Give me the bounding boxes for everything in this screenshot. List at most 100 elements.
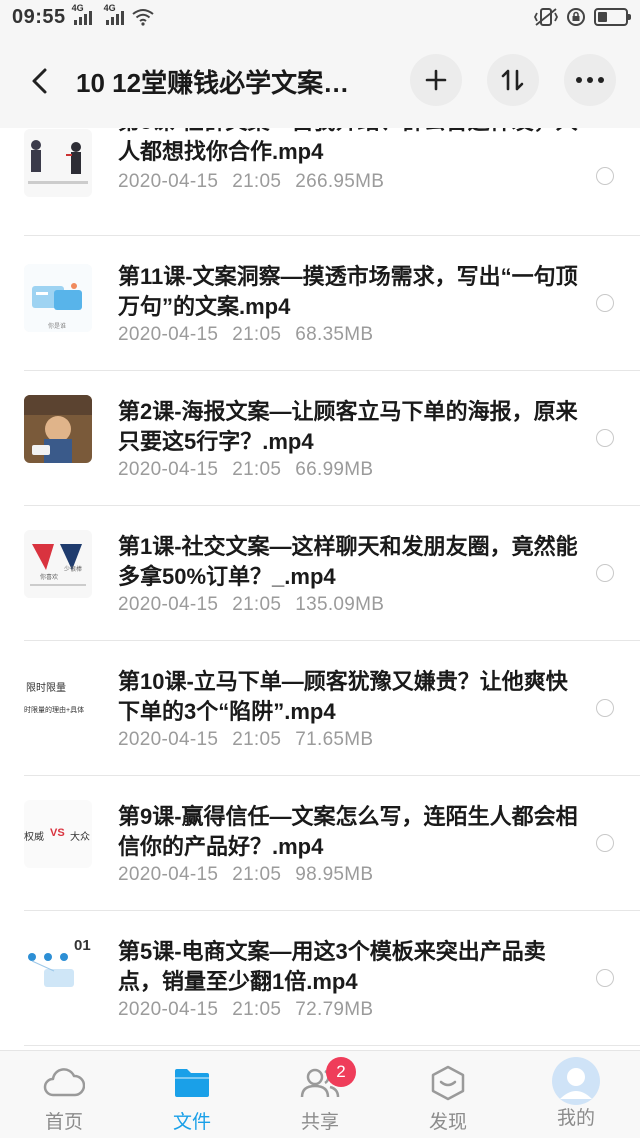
file-date: 2020-04-15: [118, 594, 219, 615]
header: 10 12堂赚钱必学文案…: [0, 34, 640, 128]
nav-files[interactable]: 文件: [128, 1051, 256, 1138]
sort-button[interactable]: [487, 54, 539, 106]
file-name: 第3课-社群文案—自我介绍、群公告这样发，人人都想找你合作.mp4: [118, 128, 578, 164]
file-name: 第11课-文案洞察—摸透市场需求，写出“一句顶万句”的文案.mp4: [118, 264, 578, 319]
screen: 09:55 4G 4G 10 12堂赚钱必学文案… 人都想找你合作.mp4 20…: [0, 0, 640, 1138]
file-row[interactable]: 你喜欢 少很棒 第1课-社交文案—这样聊天和发朋友圈，竟然能多拿50%订单？_.…: [0, 506, 640, 641]
file-date: 2020-04-15: [118, 729, 219, 750]
thumb-caption: VS: [50, 827, 65, 839]
status-time: 09:55: [12, 5, 66, 28]
file-time: 21:05: [232, 594, 282, 615]
nav-label: 发现: [428, 1112, 467, 1133]
file-meta: 2020-04-15 21:05 66.99MB: [118, 459, 373, 481]
rotation-lock-icon: [567, 8, 585, 26]
nav-label: 我的: [556, 1108, 595, 1129]
file-time: 21:05: [232, 864, 282, 885]
file-row[interactable]: 第3课-社群文案—自我介绍、群公告这样发，人人都想找你合作.mp4 2020-0…: [0, 128, 640, 236]
video-thumbnail: [24, 129, 92, 197]
file-name: 第2课-海报文案—让顾客立马下单的海报，原来只要这5行字？.mp4: [118, 399, 578, 454]
back-button[interactable]: [10, 51, 70, 111]
nav-share[interactable]: 共享 2: [256, 1051, 384, 1138]
file-size: 98.95MB: [295, 864, 374, 885]
select-radio[interactable]: [596, 429, 614, 447]
vibrate-icon: [534, 8, 558, 26]
status-bar: 09:55 4G 4G: [0, 0, 640, 34]
select-radio[interactable]: [596, 969, 614, 987]
video-thumbnail: 你是谁: [24, 264, 92, 332]
file-size: 68.35MB: [295, 324, 374, 345]
file-date: 2020-04-15: [118, 459, 219, 480]
file-meta: 2020-04-15 21:05 71.65MB: [118, 729, 373, 751]
more-button[interactable]: [564, 54, 616, 106]
thumb-caption: 你喜欢: [40, 575, 59, 581]
file-meta: 2020-04-15 21:05 72.79MB: [118, 999, 373, 1021]
file-row[interactable]: 限时限量 时限量的理由+具体 第10课-立马下单—顾客犹豫又嫌贵？让他爽快下单的…: [0, 641, 640, 776]
video-thumbnail: 01: [24, 935, 92, 1003]
video-thumbnail: 限时限量 时限量的理由+具体: [24, 665, 92, 733]
nav-discover[interactable]: 发现: [384, 1051, 512, 1138]
file-time: 21:05: [232, 171, 282, 192]
file-size: 71.65MB: [295, 729, 374, 750]
row-divider: [24, 1045, 640, 1046]
select-radio[interactable]: [596, 294, 614, 312]
signal-icon-2: 4G: [104, 3, 124, 25]
file-meta: 2020-04-15 21:05 135.09MB: [118, 594, 384, 616]
video-thumbnail: 你喜欢 少很棒: [24, 530, 92, 598]
file-time: 21:05: [232, 999, 282, 1020]
select-radio[interactable]: [596, 834, 614, 852]
file-meta: 2020-04-15 21:05 266.95MB: [118, 171, 384, 193]
folder-icon: [175, 1069, 209, 1097]
thumb-caption: 01: [74, 937, 91, 954]
nav-me[interactable]: 我的: [512, 1051, 640, 1138]
avatar-icon: [552, 1057, 600, 1105]
select-radio[interactable]: [596, 564, 614, 582]
file-name: 第1课-社交文案—这样聊天和发朋友圈，竟然能多拿50%订单？_.mp4: [118, 534, 578, 589]
file-time: 21:05: [232, 729, 282, 750]
notification-badge: 2: [326, 1057, 356, 1087]
file-date: 2020-04-15: [118, 999, 219, 1020]
nav-label: 首页: [44, 1112, 83, 1133]
nav-label: 共享: [300, 1112, 339, 1133]
nav-home[interactable]: 首页: [0, 1051, 128, 1138]
file-time: 21:05: [232, 324, 282, 345]
file-name: 第9课-赢得信任—文案怎么写，连陌生人都会相信你的产品好？.mp4: [118, 804, 578, 859]
signal-icon-1: 4G: [72, 3, 92, 25]
sort-icon: [501, 69, 524, 91]
add-button[interactable]: [410, 54, 462, 106]
video-thumbnail: [24, 395, 92, 463]
nav-label: 文件: [172, 1112, 211, 1133]
file-date: 2020-04-15: [118, 171, 219, 192]
select-radio[interactable]: [596, 167, 614, 185]
file-size: 66.99MB: [295, 459, 374, 480]
thumb-caption: 少很棒: [64, 567, 83, 573]
signal-type-1: 4G: [71, 3, 84, 13]
file-row[interactable]: 01 第5课-电商文案—用这3个模板来突出产品卖点，销量至少翻1倍.mp4 20…: [0, 911, 640, 1046]
page-title: 10 12堂赚钱必学文案…: [76, 67, 350, 98]
thumb-caption: 时限量的理由+具体: [24, 707, 85, 714]
thumb-caption: 大众: [70, 832, 90, 843]
file-name: 第5课-电商文案—用这3个模板来突出产品卖点，销量至少翻1倍.mp4: [118, 939, 546, 994]
battery-icon: [594, 8, 631, 26]
file-time: 21:05: [232, 459, 282, 480]
file-size: 72.79MB: [295, 999, 374, 1020]
signal-type-2: 4G: [103, 3, 116, 13]
chevron-left-icon: [32, 68, 47, 94]
file-date: 2020-04-15: [118, 324, 219, 345]
video-thumbnail: 权威 VS 大众: [24, 800, 92, 868]
discover-icon: [431, 1065, 465, 1101]
file-row[interactable]: 你是谁 第11课-文案洞察—摸透市场需求，写出“一句顶万句”的文案.mp4 20…: [0, 236, 640, 371]
select-radio[interactable]: [596, 699, 614, 717]
wifi-icon: [132, 9, 154, 26]
cloud-icon: [43, 1068, 85, 1097]
file-row[interactable]: 第2课-海报文案—让顾客立马下单的海报，原来只要这5行字？.mp4 2020-0…: [0, 371, 640, 506]
thumb-caption: 权威: [24, 832, 44, 843]
file-meta: 2020-04-15 21:05 68.35MB: [118, 324, 373, 346]
file-meta: 2020-04-15 21:05 98.95MB: [118, 864, 373, 886]
file-size: 135.09MB: [295, 594, 385, 615]
file-name: 第10课-立马下单—顾客犹豫又嫌贵？让他爽快下单的3个“陷阱”.mp4: [118, 669, 568, 724]
more-icon: [576, 77, 604, 83]
file-date: 2020-04-15: [118, 864, 219, 885]
bottom-nav: 首页 文件 共享 2 发现 我的: [0, 1050, 640, 1138]
file-list[interactable]: 第3课-社群文案—自我介绍、群公告这样发，人人都想找你合作.mp4 2020-0…: [0, 128, 640, 1050]
file-row[interactable]: 权威 VS 大众 第9课-赢得信任—文案怎么写，连陌生人都会相信你的产品好？.m…: [0, 776, 640, 911]
